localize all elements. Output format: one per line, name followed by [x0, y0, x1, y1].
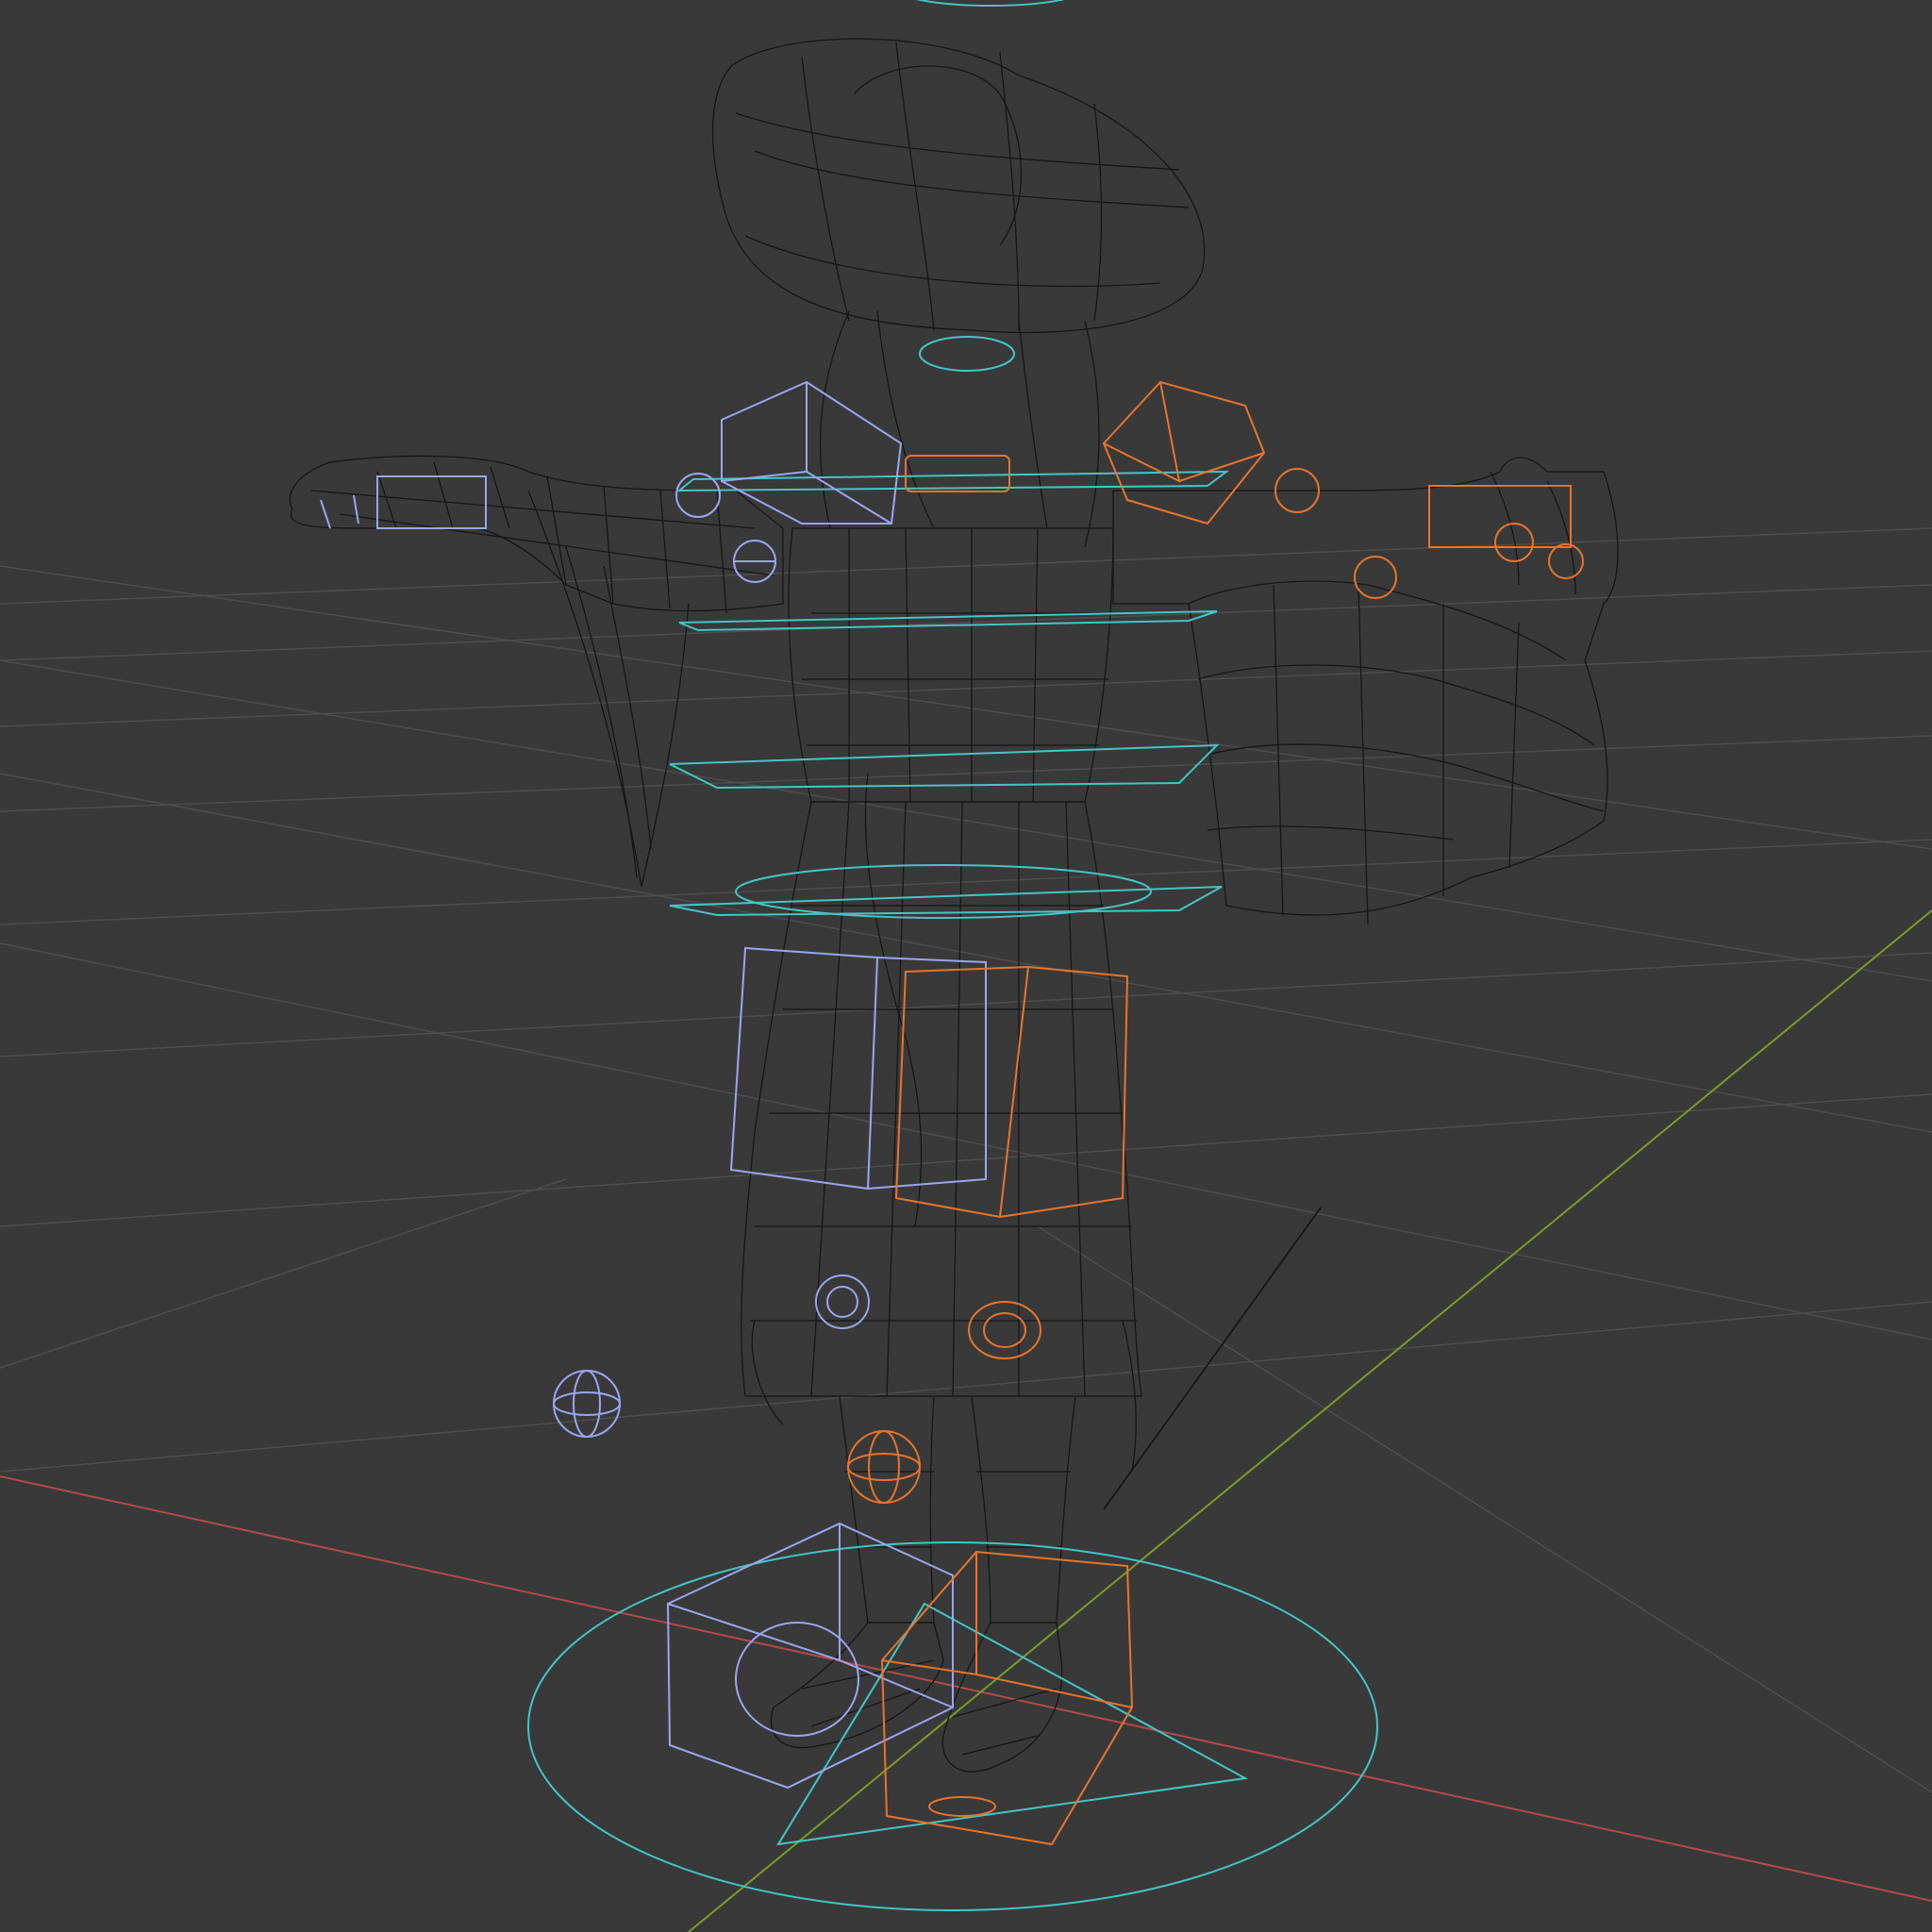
- hand-r-control: [1428, 485, 1572, 548]
- floor-grid: [0, 527, 1932, 1793]
- top-control: [916, 0, 1065, 7]
- y-axis-line: [688, 909, 1932, 1932]
- pole-l-control: [553, 1370, 621, 1438]
- chest-control: [676, 470, 1230, 492]
- root-arrow-control: [776, 1602, 1249, 1846]
- character-mesh[interactable]: [289, 38, 1619, 1773]
- foot-l-control: [666, 1522, 954, 1790]
- pole-r-control: [847, 1430, 921, 1504]
- thigh-r-control: [894, 965, 1129, 1219]
- 3d-viewport[interactable]: [0, 0, 1932, 1932]
- knee-r-control: [968, 1301, 1041, 1359]
- clavicle-r-control: [905, 455, 1010, 492]
- left-side-controls[interactable]: [320, 380, 987, 1790]
- shoulder-r-control: [1102, 380, 1266, 525]
- head-control: [919, 336, 1015, 372]
- x-axis-line: [0, 1475, 1932, 1902]
- spine-upper-control: [678, 610, 1218, 632]
- shoulder-l-control: [721, 380, 903, 525]
- thigh-l-control: [729, 946, 987, 1191]
- elbow-r-control: [1354, 556, 1397, 599]
- viewport-canvas[interactable]: [0, 0, 1932, 1932]
